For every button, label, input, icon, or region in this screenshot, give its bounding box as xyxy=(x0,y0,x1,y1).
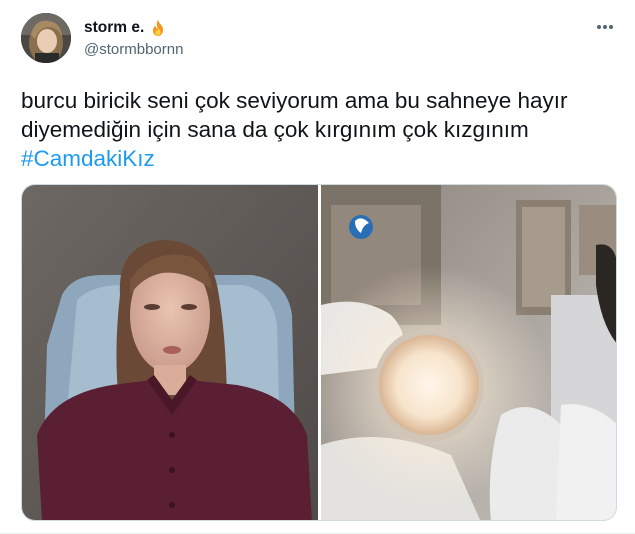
fire-icon xyxy=(149,19,167,37)
avatar[interactable] xyxy=(21,13,71,63)
author-display-name[interactable]: storm e. xyxy=(84,19,144,37)
author-handle[interactable]: @stormbbornn xyxy=(84,41,183,58)
lamp-photo-image xyxy=(321,185,616,520)
woman-photo-image xyxy=(22,185,318,520)
photo-right[interactable] xyxy=(321,185,616,520)
more-options-button[interactable] xyxy=(593,17,617,37)
media-grid xyxy=(21,184,617,521)
more-dots-icon xyxy=(597,25,613,29)
tweet-body: burcu biricik seni çok seviyorum ama bu … xyxy=(21,88,574,142)
tweet-card[interactable]: storm e. @stormbbornn burcu biricik seni… xyxy=(0,0,635,534)
hashtag-link[interactable]: #CamdakiKız xyxy=(21,146,155,171)
author-name-row: storm e. xyxy=(84,18,167,38)
photo-left[interactable] xyxy=(22,185,318,520)
tweet-text: burcu biricik seni çok seviyorum ama bu … xyxy=(21,86,621,173)
